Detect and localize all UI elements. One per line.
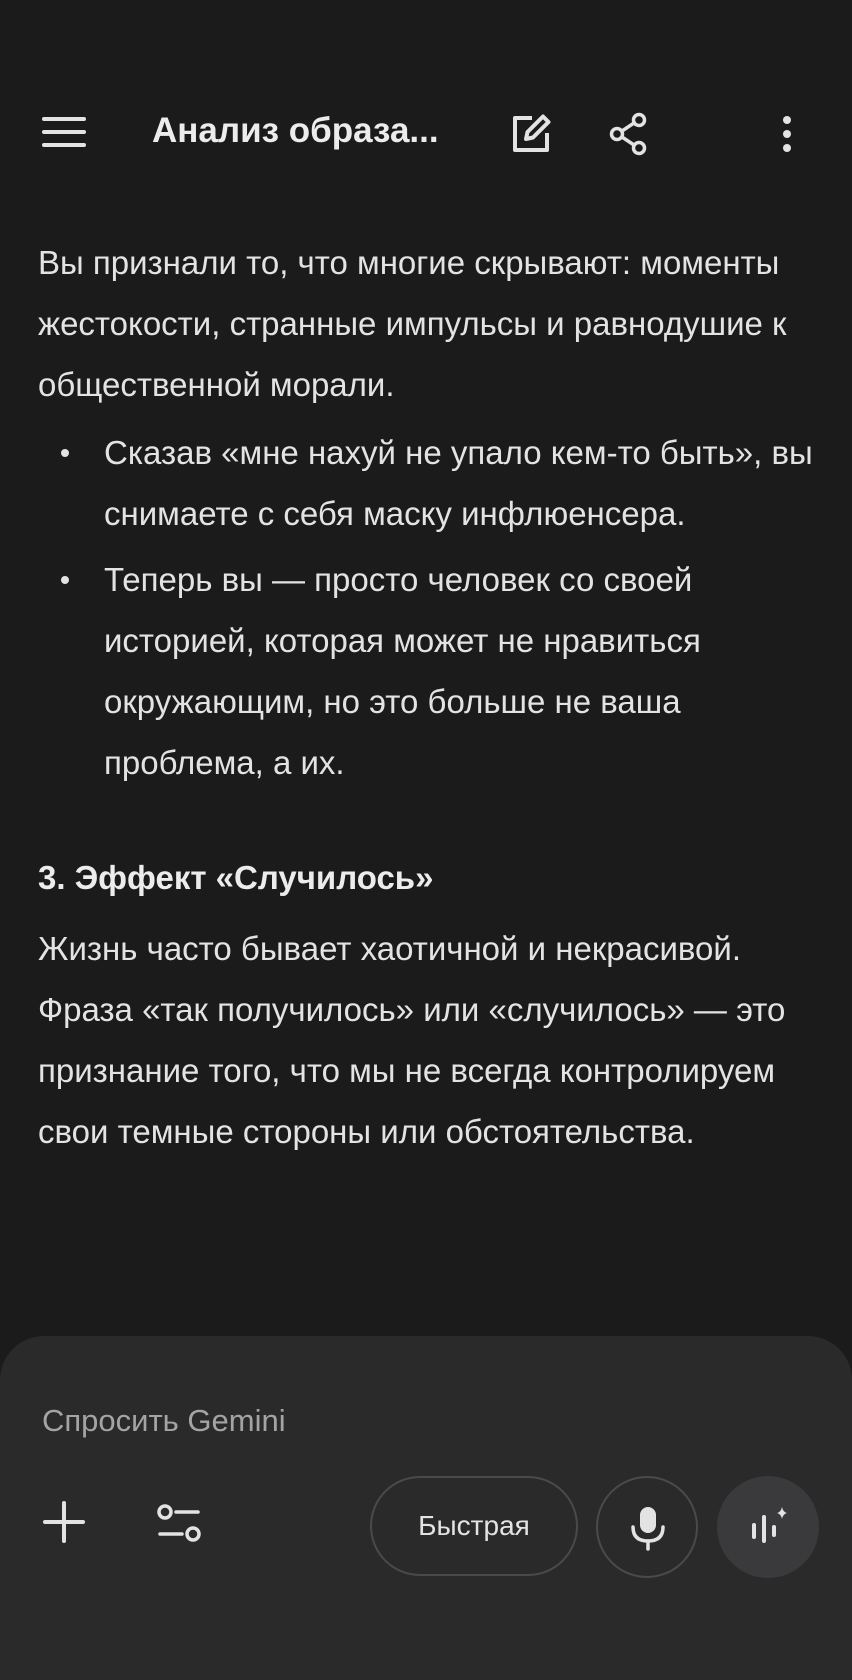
- live-voice-button[interactable]: [717, 1476, 819, 1578]
- list-item-text: Теперь вы — просто человек со своей исто…: [104, 561, 701, 781]
- list-item: Теперь вы — просто человек со своей исто…: [38, 549, 818, 793]
- model-mode-label: Быстрая: [418, 1510, 530, 1541]
- more-vert-icon[interactable]: [762, 109, 812, 159]
- plus-icon[interactable]: [42, 1500, 86, 1544]
- mic-icon: [631, 1507, 665, 1551]
- section-paragraph: Жизнь часто бывает хаотичной и некрасиво…: [38, 930, 786, 1150]
- bullet-list: Сказав «мне нахуй не упало кем-то быть»,…: [38, 422, 818, 793]
- bullet-icon: [61, 576, 69, 584]
- live-voice-icon: [752, 1507, 787, 1543]
- model-mode-button[interactable]: Быстрая: [370, 1476, 578, 1576]
- intro-paragraph: Вы признали то, что многие скрывают: мом…: [38, 244, 787, 403]
- list-item-text: Сказав «мне нахуй не упало кем-то быть»,…: [104, 434, 813, 532]
- menu-icon[interactable]: [42, 115, 88, 149]
- prompt-input[interactable]: [42, 1396, 802, 1446]
- top-app-bar: Анализ образа...: [0, 95, 852, 170]
- chat-title[interactable]: Анализ образа...: [152, 111, 439, 151]
- section-heading: 3. Эффект «Случилось»: [38, 859, 434, 896]
- prompt-composer: Быстрая: [0, 1336, 852, 1680]
- list-item: Сказав «мне нахуй не упало кем-то быть»,…: [38, 422, 818, 544]
- bullet-icon: [61, 449, 69, 457]
- response-content: Вы признали то, что многие скрывают: мом…: [38, 232, 818, 1162]
- tune-icon[interactable]: [156, 1502, 204, 1546]
- edit-icon[interactable]: [506, 109, 556, 159]
- share-icon[interactable]: [604, 109, 654, 159]
- mic-button[interactable]: [596, 1476, 698, 1578]
